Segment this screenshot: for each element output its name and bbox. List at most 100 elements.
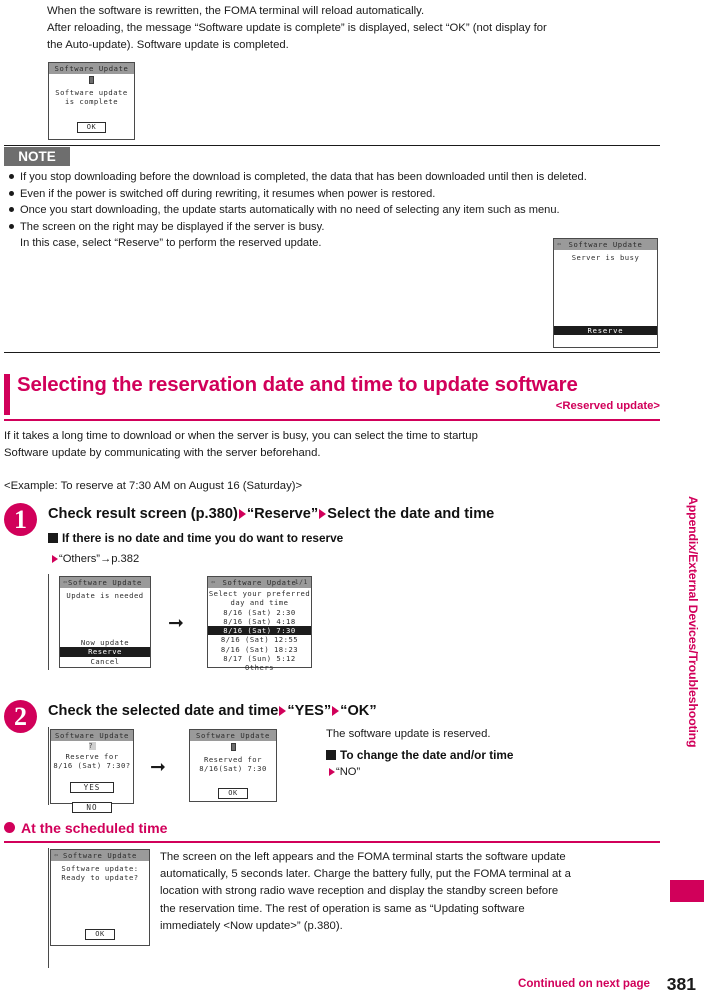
step-2-heading-part-a: Check the selected date and time <box>48 703 279 719</box>
screen-message: Software update is complete <box>49 86 134 107</box>
bullet-icon <box>9 174 14 179</box>
screen-server-busy: ⇦ Software Update Server is busy Reserve <box>553 238 658 348</box>
step-2-number: 2 <box>4 700 37 733</box>
step-2-sub-line: “NO” <box>328 766 360 778</box>
scheduled-left-rule <box>48 848 49 968</box>
step-2-heading-part-b: “YES” <box>287 703 332 719</box>
step-1-sub-heading-text: If there is no date and time you do want… <box>62 531 344 545</box>
note-item-text: Once you start downloading, the update s… <box>20 204 560 217</box>
screen-title-text: Software Update <box>54 64 129 73</box>
note-item-text: If you stop downloading before the downl… <box>20 171 587 183</box>
scheduled-body-line-4: the reservation time. The rest of operat… <box>160 902 525 915</box>
time-option-selected[interactable]: 8/16 (Sat) 7:30 <box>208 626 311 636</box>
step-1-sub-line-text: “Others”→p.382 <box>59 553 140 565</box>
ok-button[interactable]: OK <box>85 929 115 940</box>
back-arrow-icon: ⇦ <box>557 240 562 248</box>
step-2-sub-heading: To change the date and/or time <box>326 748 513 762</box>
note-item: Once you start downloading, the update s… <box>8 202 660 219</box>
section-accent-bar <box>4 374 10 415</box>
step-1-heading-part-b: “Reserve” <box>246 506 319 522</box>
screen-message: Server is busy <box>554 250 657 262</box>
side-tab-label: Appendix/External Devices/Troubleshootin… <box>686 496 700 748</box>
intro-line-3: the Auto-update). Software update is com… <box>47 39 289 52</box>
message-line-2: 8/16 (Sat) 7:30? <box>53 761 131 771</box>
reserve-softkey[interactable]: Reserve <box>554 325 657 335</box>
screen-message: Reserve for 8/16 (Sat) 7:30? <box>51 751 133 771</box>
intro-line-1: When the software is rewritten, the FOMA… <box>47 5 425 17</box>
time-option[interactable]: 8/16 (Sat) 18:23 <box>208 645 311 654</box>
step-1-number: 1 <box>4 503 37 536</box>
screen-select-date-time: ⇦ Software Update 1/1 Select your prefer… <box>207 576 312 672</box>
section-title: Selecting the reservation date and time … <box>17 374 578 396</box>
step-1-heading-part-a: Check result screen (p.380) <box>48 506 238 522</box>
step-2-left-rule <box>48 727 49 805</box>
ok-button[interactable]: OK <box>218 787 248 799</box>
scheduled-heading-text: At the scheduled time <box>21 820 168 836</box>
document-page: When the software is rewritten, the FOMA… <box>0 0 704 996</box>
step-1-sub-heading: If there is no date and time you do want… <box>48 531 343 545</box>
screen-title-text: Software Update <box>55 731 129 740</box>
screen-title-text: Software Update <box>196 731 270 740</box>
paragraph-line-1: If it takes a long time to download or w… <box>4 430 478 442</box>
screen-title-text: Software Update <box>222 578 297 587</box>
triangle-icon <box>279 706 287 716</box>
step-1-left-rule <box>48 574 49 670</box>
screen-title-bar: Software Update <box>190 730 276 741</box>
screen-software-update-complete: Software Update Software update is compl… <box>48 62 135 140</box>
screen-title-bar: ⇦ Software Update <box>60 577 150 588</box>
time-option[interactable]: 8/16 (Sat) 2:30 <box>208 608 311 617</box>
button-row: OK <box>51 921 149 940</box>
option-now-update[interactable]: Now update <box>60 638 150 647</box>
note-badge: NOTE <box>4 147 70 166</box>
screen-title-text: Software Update <box>68 578 142 587</box>
screen-title-bar: ⇦ Software Update <box>554 239 657 250</box>
message-line-2: is complete <box>64 97 119 107</box>
option-reserve[interactable]: Reserve <box>60 647 150 657</box>
message-line-1: Update is needed <box>66 591 144 600</box>
triangle-icon <box>238 509 246 519</box>
time-option[interactable]: 8/16 (Sat) 12:55 <box>208 635 311 644</box>
section-rule <box>4 419 660 421</box>
ok-button[interactable]: OK <box>76 121 107 133</box>
back-arrow-icon: ⇦ <box>63 578 68 586</box>
screen-title-bar: ⇦ Software Update <box>51 850 149 861</box>
scheduled-rule <box>4 841 660 843</box>
paragraph-line-2: Software update by communicating with th… <box>4 447 321 460</box>
side-tab-marker <box>670 880 704 902</box>
triangle-icon <box>332 706 340 716</box>
step-1-heading: Check result screen (p.380) “Reserve” Sele… <box>48 506 494 522</box>
step-1-sub-line: “Others”→p.382 <box>51 553 139 565</box>
time-option-others[interactable]: Others <box>208 663 311 672</box>
button-row: NO <box>51 795 133 814</box>
option-cancel[interactable]: Cancel <box>60 657 150 666</box>
message-line-1: Reserved for <box>204 755 262 764</box>
time-option[interactable]: 8/16 (Sat) 4:18 <box>208 617 311 626</box>
no-button[interactable]: NO <box>72 801 112 813</box>
message-line-2: Ready to update? <box>61 873 139 883</box>
back-arrow-icon: ⇦ <box>211 578 216 586</box>
screen-title-text: Software Update <box>568 240 643 249</box>
screen-title-bar: ⇦ Software Update 1/1 <box>208 577 311 588</box>
flow-arrow-icon: ➞ <box>168 612 184 634</box>
screen-prompt: Select your preferred day and time 8/16 … <box>208 588 311 673</box>
step-2-sub-line-text: “NO” <box>336 766 361 778</box>
square-bullet-icon <box>48 533 58 543</box>
step-2-heading: Check the selected date and time “YES” “OK… <box>48 703 377 719</box>
note-top-rule <box>4 145 660 146</box>
section-paragraph: If it takes a long time to download or w… <box>4 428 644 462</box>
back-arrow-icon: ⇦ <box>54 851 59 859</box>
triangle-icon <box>52 555 58 563</box>
screen-update-needed: ⇦ Software Update Update is needed Now u… <box>59 576 151 668</box>
page-number: 381 <box>666 974 696 994</box>
page-indicator: 1/1 <box>294 578 308 586</box>
scheduled-body-line-1: The screen on the left appears and the F… <box>160 851 566 863</box>
message-line-1: Software update <box>55 88 128 97</box>
time-option[interactable]: 8/17 (Sun) 5:12 <box>208 654 311 663</box>
note-item: If you stop downloading before the downl… <box>8 169 660 186</box>
section-subtitle: <Reserved update> <box>555 400 660 412</box>
yes-button[interactable]: YES <box>69 781 115 793</box>
note-bottom-rule <box>4 352 660 353</box>
scheduled-body-line-5: immediately <Now update>” (p.380). <box>160 919 343 932</box>
question-icon: ? <box>88 742 96 750</box>
screen-title-bar: Software Update <box>49 63 134 74</box>
